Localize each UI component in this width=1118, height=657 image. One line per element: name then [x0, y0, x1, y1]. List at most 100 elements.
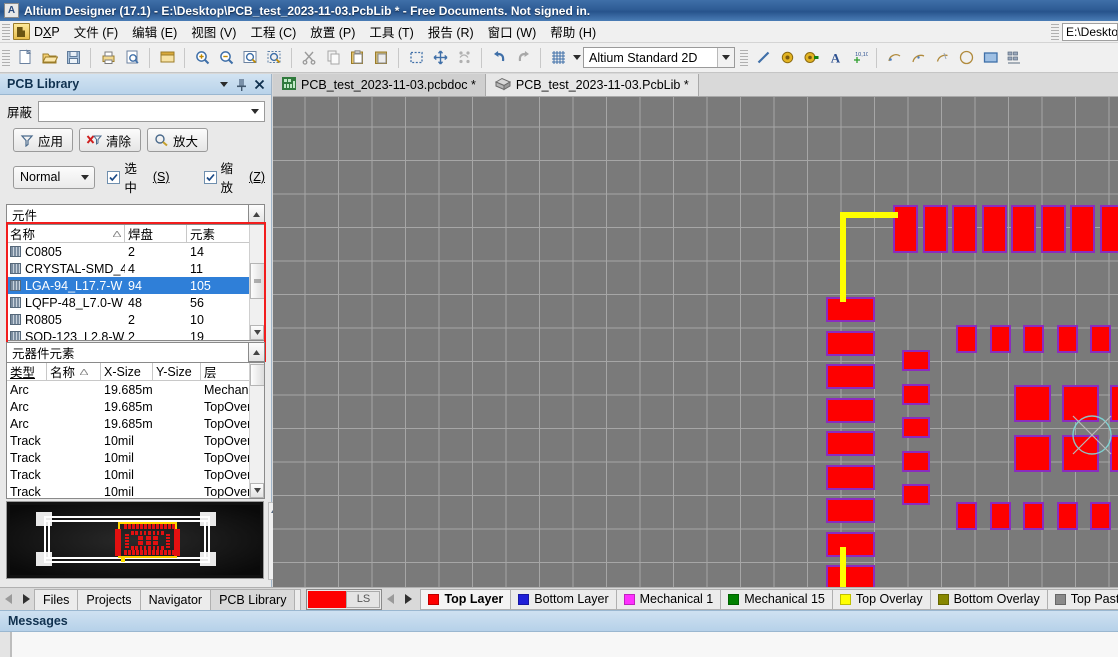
zoom-checkbox-group[interactable]: 缩放 (Z)	[203, 158, 265, 196]
mode-chevron-down-icon[interactable]	[81, 167, 90, 188]
zoom-checkbox[interactable]	[203, 170, 217, 184]
arc-edge-icon[interactable]	[906, 46, 930, 70]
pcb-pad-left-outer[interactable]	[826, 397, 875, 423]
layer-tab-bottom-layer[interactable]: Bottom Layer	[510, 588, 617, 610]
paste-special-icon[interactable]	[369, 46, 393, 70]
pcb-pad-left-outer[interactable]	[826, 364, 875, 389]
layer-set-selector[interactable]: LS	[306, 588, 383, 610]
table-row[interactable]: Track 10mil TopOverla	[7, 432, 264, 449]
layer-tab-mechanical-1[interactable]: Mechanical 1	[615, 588, 722, 610]
print-preview-icon[interactable]	[120, 46, 144, 70]
select-checkbox[interactable]	[107, 170, 121, 184]
menu-view[interactable]: 视图 (V)	[184, 19, 243, 44]
primitives-col-xsize[interactable]: X-Size	[101, 363, 153, 380]
bottom-tab-pcb-library[interactable]: PCB Library	[210, 588, 296, 610]
menu-gripper[interactable]	[2, 23, 10, 40]
pcb-pad-left-outer[interactable]	[826, 297, 875, 322]
components-col-name[interactable]: 名称	[7, 225, 125, 242]
zoom-area-icon[interactable]	[238, 46, 262, 70]
path-field[interactable]: E:\Desktop	[1062, 22, 1118, 41]
apply-button[interactable]: 应用	[13, 128, 74, 152]
zoom-in-icon[interactable]	[190, 46, 214, 70]
paste-icon[interactable]	[345, 46, 369, 70]
pcb-pad-top-inner[interactable]	[989, 325, 1011, 353]
pcb-pad-left-inner[interactable]	[902, 350, 930, 371]
document-tab-pcblib[interactable]: PCB_test_2023-11-03.PcbLib *	[485, 74, 699, 96]
pcb-pad-top-inner[interactable]	[956, 325, 977, 353]
full-circle-icon[interactable]	[954, 46, 978, 70]
save-icon[interactable]	[61, 46, 85, 70]
bottom-tab-navigator[interactable]: Navigator	[139, 588, 212, 610]
close-icon[interactable]	[252, 76, 267, 92]
silk-corner-tl-horizontal[interactable]	[840, 212, 898, 218]
silk-corner-bl-vertical[interactable]	[840, 547, 846, 587]
pcb-pad-bottom-inner[interactable]	[1023, 502, 1044, 530]
open-window-icon[interactable]	[155, 46, 179, 70]
chevron-down-icon[interactable]	[216, 76, 231, 92]
pin-icon[interactable]	[234, 76, 249, 92]
mask-chevron-down-icon[interactable]	[246, 103, 263, 120]
component-array-icon[interactable]	[1002, 46, 1026, 70]
pcb-pad-top-inner[interactable]	[1023, 325, 1044, 353]
open-folder-icon[interactable]	[37, 46, 61, 70]
pcb-pad-top-outer[interactable]	[922, 205, 948, 253]
table-row[interactable]: Track 10mil TopOverla	[7, 466, 264, 483]
pcb-pad-left-inner[interactable]	[902, 450, 930, 472]
pcb-pad-top-outer[interactable]	[981, 205, 1007, 253]
pcb-pad-top-outer[interactable]	[1070, 205, 1095, 253]
table-row[interactable]: R0805 2 10	[7, 311, 264, 328]
pcb-pad-top-inner[interactable]	[1056, 325, 1078, 353]
via-icon[interactable]	[799, 46, 823, 70]
pcb-pad-top-outer[interactable]	[1099, 205, 1118, 253]
primitives-scrollbar-thumb[interactable]	[250, 364, 264, 386]
silk-corner-tl-vertical[interactable]	[840, 212, 846, 302]
primitives-scrollbar[interactable]	[249, 363, 264, 498]
components-scrollbar-thumb[interactable]	[250, 263, 264, 299]
pcb-pad-top-outer[interactable]	[1011, 205, 1036, 253]
menu-dxp[interactable]: DXP	[34, 22, 67, 42]
pcb-pad-left-outer[interactable]	[826, 498, 875, 523]
menu-place[interactable]: 放置 (P)	[303, 19, 362, 44]
table-row[interactable]: Arc 19.685mi TopOverla	[7, 398, 264, 415]
pcb-pad-center-thermal[interactable]	[1014, 435, 1051, 472]
pad-icon[interactable]	[775, 46, 799, 70]
pcb-pad-top-outer[interactable]	[952, 205, 977, 253]
bottom-tab-projects[interactable]: Projects	[77, 588, 141, 610]
undo-icon[interactable]	[487, 46, 511, 70]
components-col-primitives[interactable]: 元素	[187, 225, 247, 242]
layer-tab-top-layer[interactable]: Top Layer	[420, 588, 512, 610]
table-row[interactable]: Arc 19.685mi Mechanica	[7, 381, 264, 398]
table-row[interactable]: CRYSTAL-SMD_4I 4 11	[7, 260, 264, 277]
line-icon[interactable]	[751, 46, 775, 70]
components-scroll-down-button[interactable]	[250, 325, 264, 340]
view-config-combo[interactable]: Altium Standard 2D	[583, 47, 735, 68]
components-col-pads[interactable]: 焊盘	[125, 225, 187, 242]
primitives-scroll-up-button[interactable]	[249, 342, 265, 362]
pcb-pad-left-outer[interactable]	[826, 431, 875, 456]
redo-icon[interactable]	[511, 46, 535, 70]
layer-tab-mechanical-15[interactable]: Mechanical 15	[720, 588, 833, 610]
table-row[interactable]: Track 10mil TopOverla	[7, 483, 264, 499]
arc-any-icon[interactable]	[930, 46, 954, 70]
layer-nav-right-icon[interactable]	[399, 590, 416, 609]
mask-input[interactable]	[38, 101, 265, 122]
clear-button[interactable]: 清除	[79, 128, 142, 152]
align-icon[interactable]	[452, 46, 476, 70]
pcb-pad-bottom-inner[interactable]	[989, 502, 1011, 530]
fill-icon[interactable]	[978, 46, 1002, 70]
pcb-pad-bottom-inner[interactable]	[1090, 502, 1111, 530]
bottom-tab-partial[interactable]: P	[294, 588, 302, 610]
menu-project[interactable]: 工程 (C)	[243, 19, 303, 44]
document-tab-pcbdoc[interactable]: PCB_test_2023-11-03.pcbdoc *	[273, 74, 486, 96]
dxp-icon[interactable]	[13, 23, 30, 40]
grid-dropdown-icon[interactable]	[570, 46, 583, 70]
layer-nav-left-icon[interactable]	[382, 590, 399, 609]
primitives-col-type[interactable]: 类型	[7, 363, 47, 380]
menu-edit[interactable]: 编辑 (E)	[125, 19, 184, 44]
toolbar-gripper[interactable]	[2, 49, 10, 66]
path-gripper[interactable]	[1051, 23, 1059, 40]
bottom-tab-files[interactable]: Files	[34, 588, 79, 610]
menu-tools[interactable]: 工具 (T)	[362, 19, 420, 44]
layer-tab-top-paste[interactable]: Top Paste	[1046, 588, 1118, 610]
zoom-selected-icon[interactable]	[262, 46, 286, 70]
